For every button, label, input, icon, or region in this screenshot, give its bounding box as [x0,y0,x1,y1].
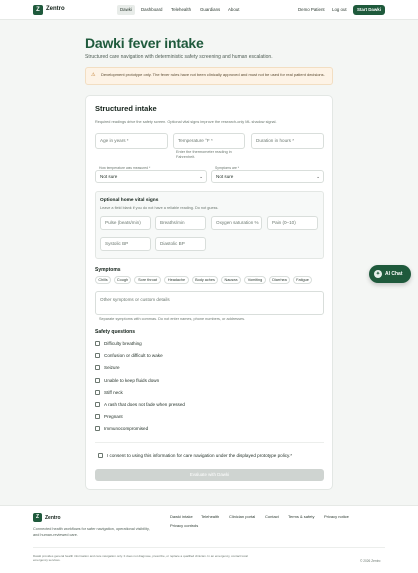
nav-telehealth[interactable]: Telehealth [168,5,194,15]
footer-link-contact[interactable]: Contact [265,514,279,519]
nav-dashboard[interactable]: Dashboard [138,5,165,15]
ai-chat-button[interactable]: ✦ AI Chat [369,265,411,283]
footer-link-privacy-controls[interactable]: Privacy controls [170,523,198,528]
checkbox[interactable] [95,402,100,407]
safety-item-label: A rash that does not fade when pressed [104,402,185,407]
safety-heading: Safety questions [95,329,136,335]
symptom-chip-diarrhea[interactable]: Diarrhea [269,276,290,284]
pain-input[interactable]: Pain (0–10) [267,216,318,230]
symptom-chip-body-aches[interactable]: Body aches [192,276,218,284]
top-navbar: Z Zentro Dawki Dashboard Telehealth Guar… [0,0,418,20]
footer-copyright: © 2026 Zentro [360,559,381,563]
form-title: Structured intake [95,104,157,113]
chevron-down-icon: ⌄ [199,174,203,179]
brand-logo-icon[interactable]: Z [33,5,43,15]
symptom-chip-vomiting[interactable]: Vomiting [244,276,266,284]
divider [95,442,324,443]
safety-item-label: Stiff neck [104,390,123,395]
checkbox[interactable] [95,378,100,383]
safety-item-label: Difficulty breathing [104,341,142,346]
symptoms-heading: Symptoms [95,267,121,273]
logout-link[interactable]: Log out [329,5,350,15]
other-symptoms-hint: Separate symptoms with commas. Do not en… [99,317,246,321]
temperature-input[interactable]: Temperature °F * [173,133,245,149]
oxygen-input[interactable]: Oxygen saturation % [211,216,262,230]
footer-brand[interactable]: Zentro [45,515,61,521]
evaluate-button[interactable]: Evaluate with Dawki [95,469,324,481]
pulse-input[interactable]: Pulse (beats/min) [100,216,151,230]
checkbox[interactable] [95,353,100,358]
vitals-title: Optional home vital signs [100,198,159,203]
measured-value: Not sure [100,174,118,179]
symptom-chip-sore-throat[interactable]: Sore throat [134,276,161,284]
page-subtitle: Structured care navigation with determin… [85,54,273,60]
nav-guardians[interactable]: Guardians [197,5,223,15]
breaths-input[interactable]: Breaths/min [155,216,206,230]
checkbox[interactable] [95,341,100,346]
brand-name[interactable]: Zentro [46,6,65,12]
symptom-chip-chills[interactable]: Chills [95,276,111,284]
page-title: Dawki fever intake [85,35,204,51]
form-intro: Required readings drive the safety scree… [95,120,277,124]
duration-input[interactable]: Duration in hours * [251,133,324,149]
checkbox[interactable] [95,365,100,370]
safety-item-label: Seizure [104,365,120,370]
footer-logo-icon[interactable]: Z [33,513,42,522]
warning-text: Development prototype only. The fever ru… [101,72,325,77]
vitals-hint: Leave a field blank if you do not have a… [100,206,219,210]
footer-link-dawki-intake[interactable]: Dawki intake [170,514,193,519]
consent-label: I consent to using this information for … [107,453,293,458]
start-dawki-button[interactable]: Start Dawki [353,5,385,15]
symptoms-are-select[interactable]: Not sure ⌄ [211,170,324,183]
footer-link-privacy-notice[interactable]: Privacy notice [324,514,349,519]
footer-link-telehealth[interactable]: Telehealth [201,514,219,519]
safety-item-label: Pregnant [104,414,123,419]
measured-select[interactable]: Not sure ⌄ [95,170,207,183]
age-input[interactable]: Age in years * [95,133,168,149]
footer-link-terms[interactable]: Terms & safety [288,514,314,519]
systolic-input[interactable]: Systolic BP [100,237,151,251]
safety-item-label: Immunocompromised [104,426,149,431]
temperature-hint: Enter the thermometer reading in Fahrenh… [176,150,232,159]
sparkle-icon: ✦ [374,270,382,278]
warning-icon: ⚠ [91,72,96,78]
footer-divider [33,547,385,548]
nav-dawki[interactable]: Dawki [117,5,135,15]
safety-item-label: Confusion or difficult to wake [104,353,163,358]
prototype-warning: ⚠ Development prototype only. The fever … [85,67,333,85]
symptoms-are-value: Not sure [216,174,234,179]
symptom-chip-fatigue[interactable]: Fatigue [293,276,312,284]
consent-checkbox[interactable] [98,453,103,458]
ai-chat-label: AI Chat [385,271,403,277]
diastolic-input[interactable]: Diastolic BP [155,237,206,251]
checkbox[interactable] [95,414,100,419]
demo-patient-link[interactable]: Demo Patient [295,5,328,15]
footer-legal: Dawki provides general health informatio… [33,554,248,563]
symptom-chip-nausea[interactable]: Nausea [221,276,241,284]
nav-about[interactable]: About [225,5,242,15]
chevron-down-icon: ⌄ [316,174,320,179]
checkbox[interactable] [95,426,100,431]
other-symptoms-textarea[interactable]: Other symptoms or custom details [95,291,324,315]
checkbox[interactable] [95,390,100,395]
safety-item-label: Unable to keep fluids down [104,378,160,383]
footer-description: Connected health workflows for safer nav… [33,527,150,537]
symptom-chip-headache[interactable]: Headache [164,276,189,284]
symptom-chip-cough[interactable]: Cough [114,276,131,284]
footer-link-clinician-portal[interactable]: Clinician portal [229,514,255,519]
